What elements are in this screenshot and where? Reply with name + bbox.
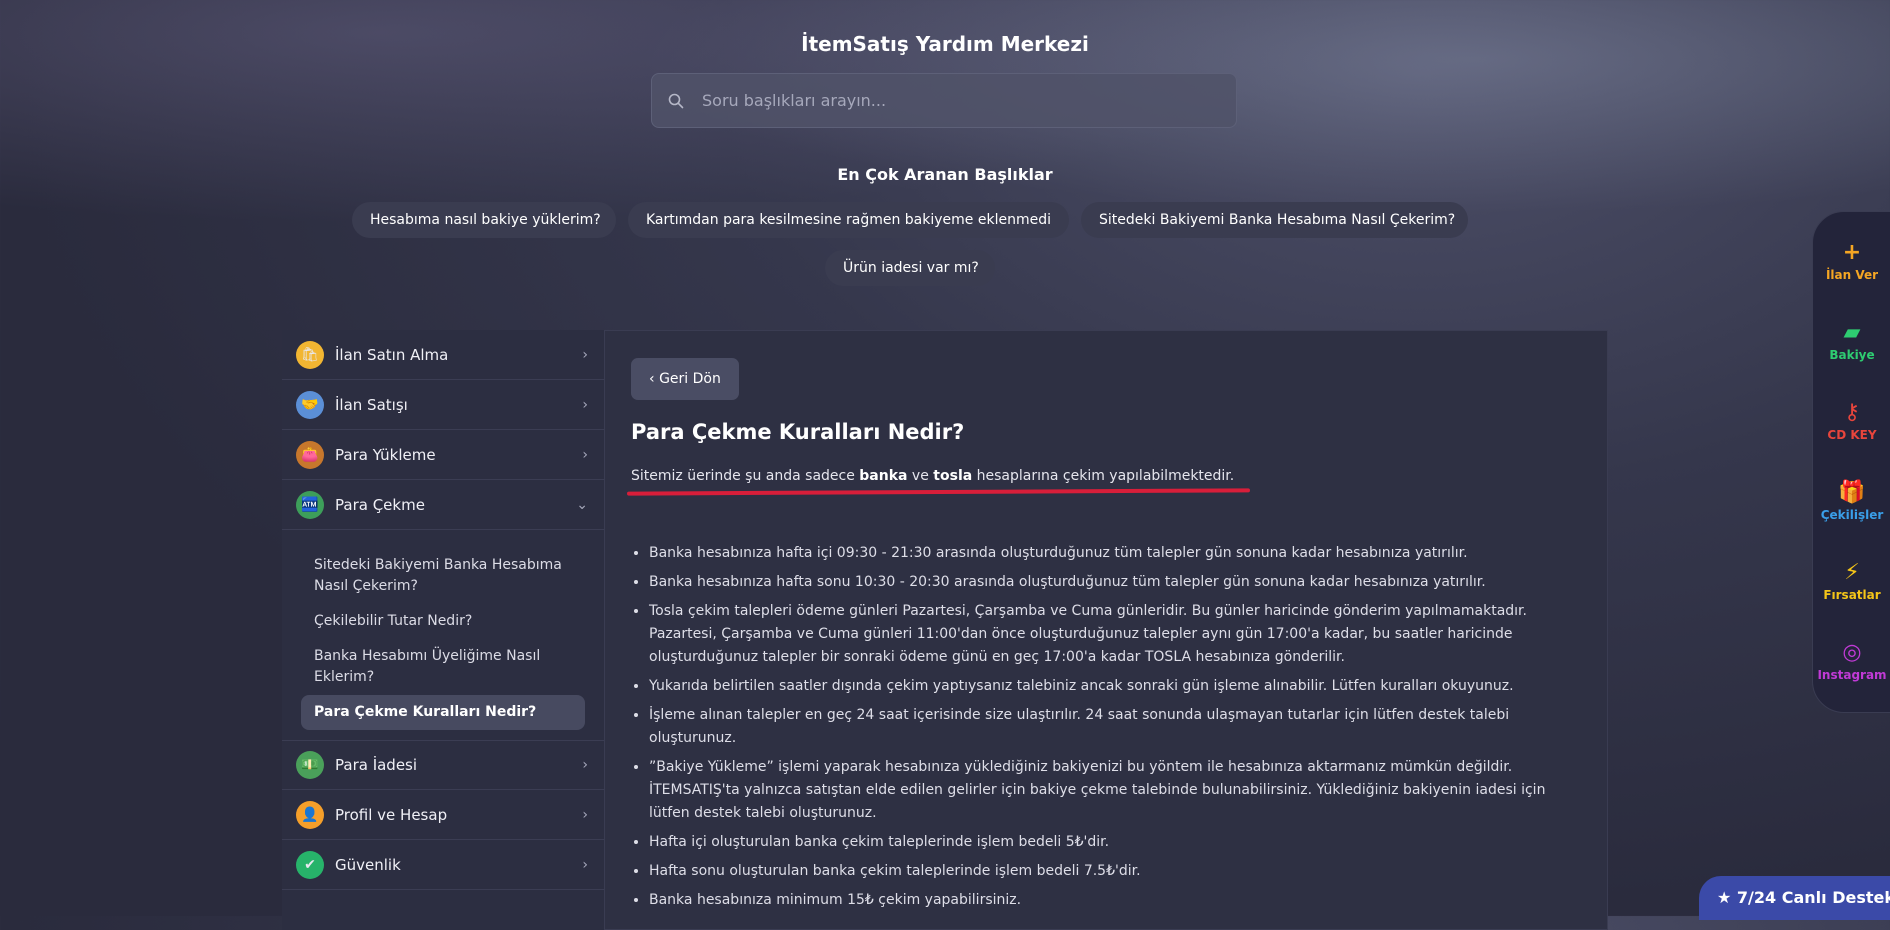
- quick-label: CD KEY: [1827, 428, 1877, 442]
- sidebar-item-para-cekme[interactable]: 🏧 Para Çekme ⌄: [282, 480, 604, 530]
- intro-text: hesaplarına çekim yapılabilmektedir.: [972, 468, 1235, 484]
- chevron-right-icon: ›: [582, 757, 588, 773]
- subitem-banka-cekim[interactable]: Sitedeki Bakiyemi Banka Hesabıma Nasıl Ç…: [301, 548, 585, 604]
- live-support-button[interactable]: ★ 7/24 Canlı Destek: [1699, 876, 1890, 920]
- sidebar-item-label: Para Çekme: [335, 495, 425, 514]
- gift-icon: 🎁: [1838, 480, 1866, 505]
- sidebar-item-ilan-satisi[interactable]: 🤝 İlan Satışı ›: [282, 380, 604, 430]
- rule-item: Banka hesabınıza hafta içi 09:30 - 21:30…: [649, 542, 1571, 565]
- sidebar-item-label: İlan Satışı: [335, 395, 408, 414]
- shopping-icon: 🛍: [296, 340, 324, 369]
- sidebar-item-profil-ve-hesap[interactable]: 👤 Profil ve Hesap ›: [282, 790, 604, 840]
- page-title: İtemSatış Yardım Merkezi: [801, 32, 1089, 56]
- quick-actions-bar: + İlan Ver ▰ Bakiye ⚷ CD KEY 🎁 Çekilişle…: [1812, 211, 1890, 713]
- sidebar-item-guvenlik[interactable]: ✔ Güvenlik ›: [282, 840, 604, 890]
- sidebar-item-ilan-satin-alma[interactable]: 🛍 İlan Satın Alma ›: [282, 330, 604, 380]
- chevron-right-icon: ›: [582, 856, 588, 873]
- chevron-right-icon: ›: [582, 346, 588, 363]
- bolt-icon: ⚡: [1844, 560, 1860, 585]
- quick-cekilisler[interactable]: 🎁 Çekilişler: [1813, 480, 1890, 522]
- chevron-right-icon: ›: [582, 446, 588, 463]
- sidebar-item-label: Güvenlik: [335, 855, 401, 874]
- quick-label: Çekilişler: [1820, 508, 1884, 522]
- quick-label: Fırsatlar: [1823, 588, 1881, 602]
- category-sidebar: 🛍 İlan Satın Alma › 🤝 İlan Satışı › 👛 Pa…: [282, 330, 605, 930]
- subitem-para-cekme-kurallari[interactable]: Para Çekme Kuralları Nedir?: [301, 695, 585, 730]
- wallet-icon: ▰: [1843, 320, 1861, 345]
- quick-cd-key[interactable]: ⚷ CD KEY: [1813, 400, 1890, 442]
- wallet-icon: 👛: [296, 440, 324, 469]
- atm-icon: 🏧: [296, 490, 324, 519]
- back-button-label: Geri Dön: [659, 371, 721, 387]
- popular-chip[interactable]: Kartımdan para kesilmesine rağmen bakiye…: [628, 202, 1069, 238]
- rule-item: ”Bakiye Yükleme” işlemi yaparak hesabını…: [649, 756, 1571, 825]
- refund-icon: 💵: [296, 751, 324, 779]
- rule-item: Banka hesabınıza minimum 15₺ çekim yapab…: [649, 889, 1571, 912]
- key-icon: ⚷: [1843, 400, 1861, 425]
- rules-list: Banka hesabınıza hafta içi 09:30 - 21:30…: [631, 542, 1571, 912]
- quick-instagram[interactable]: ◎ Instagram: [1813, 640, 1890, 682]
- chevron-down-icon: ⌄: [576, 496, 588, 513]
- quick-label: İlan Ver: [1825, 268, 1879, 282]
- back-button[interactable]: ‹ Geri Dön: [631, 358, 739, 400]
- rule-item: Hafta içi oluşturulan banka çekim talepl…: [649, 831, 1571, 854]
- plus-icon: +: [1842, 240, 1862, 265]
- chevron-left-icon: ‹: [649, 371, 660, 387]
- search-bar[interactable]: [651, 73, 1237, 128]
- intro-bold-banka: banka: [859, 468, 908, 484]
- subitem-cekilebilir-tutar[interactable]: Çekilebilir Tutar Nedir?: [301, 604, 585, 639]
- popular-title: En Çok Aranan Başlıklar: [837, 165, 1053, 184]
- shield-icon: ✔: [296, 850, 324, 879]
- rule-item: İşleme alınan talepler en geç 24 saat iç…: [649, 704, 1571, 750]
- intro-bold-tosla: tosla: [933, 468, 973, 484]
- rule-item: Hafta sonu oluşturulan banka çekim talep…: [649, 860, 1571, 883]
- chevron-right-icon: ›: [582, 806, 588, 823]
- subitem-banka-hesabi-ekleme[interactable]: Banka Hesabımı Üyeliğime Nasıl Eklerim?: [301, 639, 585, 695]
- quick-ilan-ver[interactable]: + İlan Ver: [1813, 240, 1890, 282]
- popular-chip[interactable]: Sitedeki Bakiyemi Banka Hesabıma Nasıl Ç…: [1081, 202, 1468, 238]
- intro-text: ve: [907, 468, 934, 484]
- sidebar-item-para-yukleme[interactable]: 👛 Para Yükleme ›: [282, 430, 604, 480]
- sidebar-item-label: Para Yükleme: [335, 445, 436, 464]
- sidebar-item-label: Profil ve Hesap: [335, 805, 448, 824]
- quick-bakiye[interactable]: ▰ Bakiye: [1813, 320, 1890, 362]
- rule-item: Banka hesabınıza hafta sonu 10:30 - 20:3…: [649, 571, 1571, 594]
- handshake-icon: 🤝: [296, 390, 324, 419]
- article-title: Para Çekme Kuralları Nedir?: [631, 420, 965, 444]
- search-icon: [668, 93, 684, 108]
- quick-label: Instagram: [1817, 668, 1887, 682]
- rule-item: Yukarıda belirtilen saatler dışında çeki…: [649, 675, 1571, 698]
- quick-label: Bakiye: [1829, 348, 1875, 362]
- popular-chip[interactable]: Hesabıma nasıl bakiye yüklerim?: [352, 202, 616, 238]
- sidebar-item-label: İlan Satın Alma: [335, 345, 449, 364]
- article-intro: Sitemiz üerinde şu anda sadece banka ve …: [626, 468, 1251, 496]
- user-icon: 👤: [296, 800, 324, 829]
- quick-firsatlar[interactable]: ⚡ Fırsatlar: [1813, 560, 1890, 602]
- sidebar-item-label: Para İadesi: [335, 756, 418, 774]
- rule-item: Tosla çekim talepleri ödeme günleri Paza…: [649, 600, 1571, 669]
- red-underline-annotation: [626, 488, 1251, 496]
- popular-chip[interactable]: Ürün iadesi var mı?: [825, 250, 995, 286]
- search-input[interactable]: [700, 90, 1204, 111]
- chevron-right-icon: ›: [582, 396, 588, 413]
- article-content: ‹ Geri Dön Para Çekme Kuralları Nedir? S…: [626, 358, 1571, 918]
- sidebar-item-para-iadesi[interactable]: 💵 Para İadesi ›: [282, 740, 604, 790]
- instagram-icon: ◎: [1842, 640, 1862, 665]
- sidebar-subitems: Sitedeki Bakiyemi Banka Hesabıma Nasıl Ç…: [282, 530, 604, 740]
- intro-text: Sitemiz üerinde şu anda sadece: [631, 468, 860, 484]
